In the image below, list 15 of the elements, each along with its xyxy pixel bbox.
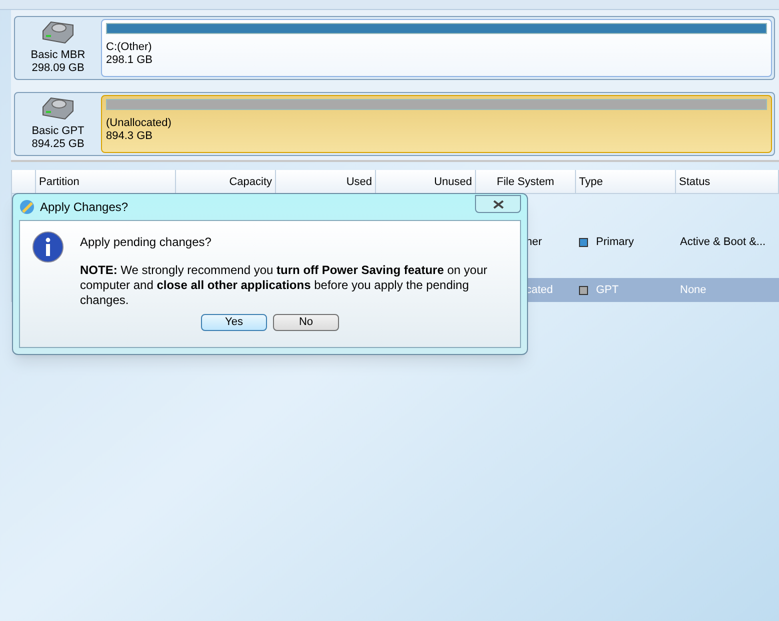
- table-cell-text: GPT: [596, 282, 619, 298]
- partition-size: 894.3 GB: [106, 130, 154, 143]
- partition-size: 298.1 GB: [106, 54, 154, 67]
- dialog-heading: Apply pending changes?: [80, 235, 212, 250]
- dialog-message: NOTE: We strongly recommend you turn off Power Saving feature on your computer and close all other applications before you apply the pending changes.: [80, 263, 488, 308]
- partition-label: (Unallocated): [106, 117, 172, 130]
- disk-size: 894.25 GB: [32, 138, 84, 151]
- table-cell-text: Active & Boot &...: [679, 234, 766, 250]
- table-cell-text: None: [679, 282, 706, 298]
- dialog-title: Apply Changes?: [40, 199, 128, 216]
- table-cell-text: Primary: [596, 234, 634, 250]
- partition-label: C:(Other): [106, 41, 153, 54]
- disk-name: Basic MBR: [30, 49, 86, 62]
- disk-name: Basic GPT: [32, 125, 84, 138]
- disk-size: 298.09 GB: [32, 62, 84, 75]
